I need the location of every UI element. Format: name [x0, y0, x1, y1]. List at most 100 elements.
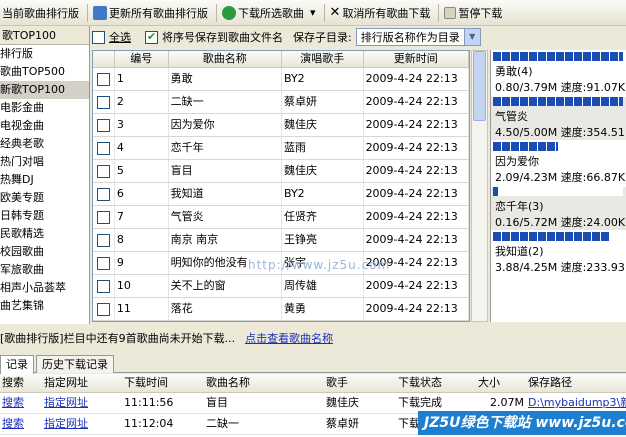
toolbar-separator	[216, 3, 217, 22]
record-header-cell[interactable]: 搜索	[0, 374, 42, 392]
header-singer[interactable]: 演唱歌手	[282, 51, 364, 67]
table-scrollbar[interactable]	[471, 50, 488, 322]
row-checkbox[interactable]	[96, 187, 110, 201]
row-checkbox[interactable]	[96, 210, 110, 224]
current-chart-button[interactable]: 当前歌曲排行版	[0, 2, 81, 24]
row-check[interactable]	[93, 183, 115, 205]
download-selected-button[interactable]: 下载所选歌曲 ▾	[220, 2, 318, 24]
row-check[interactable]	[93, 137, 115, 159]
row-checkbox[interactable]	[96, 302, 110, 316]
sidebar-item[interactable]: 欧美专题	[0, 189, 89, 207]
table-row[interactable]: 3 因为爱你 魏佳庆 2009-4-24 22:13	[93, 114, 469, 137]
table-header: 编号 歌曲名称 演唱歌手 更新时间	[93, 51, 469, 68]
header-time[interactable]: 更新时间	[364, 51, 469, 67]
download-item[interactable]: 勇敢(4) 0.80/3.79M 速度:91.07K	[491, 52, 626, 95]
tab-records[interactable]: 记录	[0, 355, 34, 374]
table-row[interactable]: 1 勇敢 BY2 2009-4-24 22:13	[93, 68, 469, 91]
record-header-cell[interactable]: 下载状态	[396, 374, 476, 392]
download-status: 2.09/4.23M 速度:66.87K	[495, 171, 626, 184]
row-check[interactable]	[93, 91, 115, 113]
row-checkbox[interactable]	[96, 72, 110, 86]
cell-time: 2009-4-24 22:13	[364, 137, 469, 159]
record-header-cell[interactable]: 歌手	[324, 374, 396, 392]
view-song-names-link[interactable]: 点击查看歌曲名称	[245, 330, 333, 346]
select-all-checkbox[interactable]	[92, 30, 105, 44]
cell-no: 2	[115, 91, 169, 113]
row-check[interactable]	[93, 229, 115, 251]
subdir-label: 保存子目录:	[293, 31, 352, 44]
sidebar-item[interactable]: 排行版	[0, 45, 89, 63]
row-check[interactable]	[93, 206, 115, 228]
table-row[interactable]: 2 二缺一 蔡卓妍 2009-4-24 22:13	[93, 91, 469, 114]
specify-url-link[interactable]: 指定网址	[42, 393, 122, 413]
chevron-down-icon[interactable]: ▼	[463, 29, 480, 45]
row-check[interactable]	[93, 114, 115, 136]
record-header-cell[interactable]: 大小	[476, 374, 526, 392]
save-index-checkbox[interactable]	[145, 30, 158, 44]
row-check[interactable]	[93, 275, 115, 297]
select-all-label[interactable]: 全选	[109, 29, 131, 45]
row-checkbox[interactable]	[96, 279, 110, 293]
download-item[interactable]: 我知道(2) 3.88/4.25M 速度:233.93	[491, 232, 626, 275]
table-row[interactable]: 6 我知道 BY2 2009-4-24 22:13	[93, 183, 469, 206]
pause-download-button[interactable]: 暂停下载	[442, 2, 504, 24]
sidebar-item[interactable]: 相声小品荟萃	[0, 279, 89, 297]
cell-no: 4	[115, 137, 169, 159]
download-item[interactable]: 气管炎 4.50/5.00M 速度:354.51	[491, 97, 626, 140]
row-check[interactable]	[93, 160, 115, 182]
cell-time: 2009-4-24 22:13	[364, 114, 469, 136]
record-header-cell[interactable]: 歌曲名称	[204, 374, 324, 392]
header-no[interactable]: 编号	[115, 51, 169, 67]
table-row[interactable]: 11 落花 黄勇 2009-4-24 22:13	[93, 298, 469, 321]
table-row[interactable]: 4 恋千年 蓝雨 2009-4-24 22:13	[93, 137, 469, 160]
subdir-select[interactable]: 排行版名称作为目录 ▼	[355, 28, 481, 46]
sidebar-item[interactable]: 经典老歌	[0, 135, 89, 153]
sidebar-item[interactable]: 热门对唱	[0, 153, 89, 171]
sidebar-item[interactable]: 军旅歌曲	[0, 261, 89, 279]
row-checkbox[interactable]	[96, 141, 110, 155]
row-checkbox[interactable]	[96, 256, 110, 270]
cell-singer: BY2	[282, 68, 364, 90]
sidebar-item[interactable]: 电视金曲	[0, 117, 89, 135]
sidebar-item-selected[interactable]: 新歌TOP100	[0, 81, 89, 99]
tab-history[interactable]: 历史下载记录	[36, 355, 114, 373]
row-checkbox[interactable]	[96, 95, 110, 109]
table-row[interactable]: 8 南京 南京 王铮亮 2009-4-24 22:13	[93, 229, 469, 252]
row-checkbox[interactable]	[96, 233, 110, 247]
record-header-cell[interactable]: 指定网址	[42, 374, 122, 392]
chevron-down-icon[interactable]: ▾	[310, 6, 316, 19]
scrollbar-thumb[interactable]	[473, 51, 486, 121]
row-checkbox[interactable]	[96, 164, 110, 178]
cancel-all-button[interactable]: ✕ 取消所有歌曲下载	[328, 2, 433, 24]
table-row[interactable]: 5 盲目 魏佳庆 2009-4-24 22:13	[93, 160, 469, 183]
sidebar-item[interactable]: 民歌精选	[0, 225, 89, 243]
download-status: 4.50/5.00M 速度:354.51	[495, 126, 625, 139]
download-item[interactable]: 恋千年(3) 0.16/5.72M 速度:24.00K	[491, 187, 626, 230]
cell-no: 8	[115, 229, 169, 251]
record-path-link[interactable]: D:\mybaidump3\新	[526, 393, 626, 413]
table-row[interactable]: 7 气管炎 任贤齐 2009-4-24 22:13	[93, 206, 469, 229]
cell-no: 1	[115, 68, 169, 90]
sidebar-item[interactable]: 热舞DJ	[0, 171, 89, 189]
row-check[interactable]	[93, 298, 115, 320]
sidebar-item[interactable]: 曲艺集锦	[0, 297, 89, 315]
table-row[interactable]: 10 关不上的窗 周传雄 2009-4-24 22:13	[93, 275, 469, 298]
row-check[interactable]	[93, 68, 115, 90]
row-check[interactable]	[93, 252, 115, 274]
record-header-cell[interactable]: 保存路径	[526, 374, 626, 392]
sidebar-item[interactable]: 日韩专题	[0, 207, 89, 225]
specify-url-link[interactable]: 指定网址	[42, 414, 122, 434]
search-link[interactable]: 搜索	[0, 393, 42, 413]
progress-bar	[493, 142, 623, 151]
download-item[interactable]: 因为爱你 2.09/4.23M 速度:66.87K	[491, 142, 626, 185]
sidebar-item[interactable]: 电影金曲	[0, 99, 89, 117]
update-all-charts-button[interactable]: 更新所有歌曲排行版	[91, 2, 210, 24]
sidebar-item[interactable]: 校园歌曲	[0, 243, 89, 261]
record-header-cell[interactable]: 下载时间	[122, 374, 204, 392]
row-checkbox[interactable]	[96, 118, 110, 132]
header-song[interactable]: 歌曲名称	[169, 51, 282, 67]
cell-song: 勇敢	[169, 68, 282, 90]
search-link[interactable]: 搜索	[0, 414, 42, 434]
save-index-label[interactable]: 将序号保存到歌曲文件名	[162, 29, 283, 45]
sidebar-item[interactable]: 歌曲TOP500	[0, 63, 89, 81]
